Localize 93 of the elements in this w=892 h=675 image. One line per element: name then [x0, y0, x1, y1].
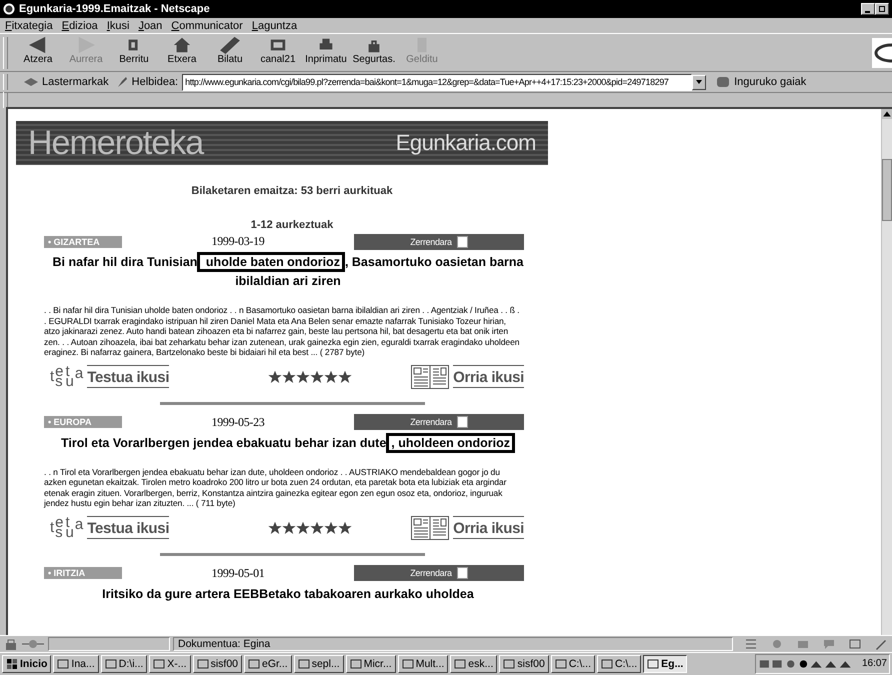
window-icon — [402, 658, 414, 670]
view-text-link[interactable]: Testua ikusi — [87, 516, 170, 539]
article-date: 1999-03-19 — [210, 234, 266, 249]
site-logo: Egunkaria.com — [396, 130, 536, 156]
list-checkbox[interactable] — [456, 567, 468, 579]
bookmarks-button[interactable]: Lastermarkak — [20, 76, 112, 88]
discussion-icon — [822, 638, 836, 650]
list-label: Zerrendara — [410, 568, 452, 578]
results-range: 1-12 aurkeztuak — [250, 219, 334, 231]
window-icon — [350, 658, 362, 670]
taskbar-button[interactable]: D:\i... — [100, 654, 148, 672]
taskbar-button[interactable]: Micr... — [346, 654, 396, 672]
dropdown-button[interactable] — [692, 74, 706, 90]
list-label: Zerrendara — [410, 417, 452, 427]
window-icon — [196, 658, 209, 670]
results-summary: Bilaketaren emaitza: 53 berri aurkituak — [190, 185, 394, 197]
toolbar-button[interactable]: canal21 — [256, 36, 300, 70]
maximize-button[interactable] — [875, 3, 889, 15]
banner-title: Hemeroteka — [28, 124, 204, 162]
security-lock-icon — [4, 638, 18, 650]
window-icon — [104, 658, 117, 670]
article-date: 1999-05-01 — [210, 566, 266, 580]
taskbar-button[interactable]: eGr... — [244, 654, 292, 672]
view-page-link[interactable]: Orria ikusi — [453, 516, 524, 539]
taskbar-button[interactable]: sepl... — [294, 654, 344, 672]
address-label: Helbidea: — [132, 76, 178, 88]
window-icon — [57, 658, 70, 670]
category-label: • IRITZIA — [44, 567, 122, 579]
menu-item[interactable]: Communicator — [171, 20, 243, 32]
article-title[interactable]: Bi nafar hil dira Tunisian uholde baten ondorioz , Basamortuko oasietan barna ibilaldian ari ziren — [42, 249, 534, 291]
window-icon — [248, 658, 260, 670]
connection-icon — [21, 638, 45, 650]
menu-item[interactable]: Edizioa — [62, 20, 98, 32]
toolbar-button[interactable]: Etxera — [160, 36, 204, 70]
taskbar-button[interactable]: C:\... — [597, 654, 642, 672]
toolbar-button[interactable]: Berritu — [112, 36, 156, 70]
taskbar-button[interactable]: sisf00 — [192, 654, 242, 672]
status-text: Dokumentua: Egina — [173, 637, 733, 651]
text-logo: testua — [50, 518, 84, 538]
toolbar-button[interactable]: Bilatu — [208, 36, 252, 70]
newspaper-icon — [411, 364, 450, 388]
view-text-link[interactable]: Testua ikusi — [87, 365, 170, 388]
windows-logo-icon — [6, 658, 18, 670]
pen-icon — [874, 638, 888, 650]
clock: 16:07 — [862, 658, 887, 669]
window-icon — [647, 658, 660, 670]
article-title[interactable]: Tirol eta Vorarlbergen jendea ebakuatu behar izan dute , uholdeen ondorioz — [42, 430, 534, 452]
window-icon — [298, 658, 310, 670]
window-icon — [601, 658, 613, 670]
list-checkbox[interactable] — [456, 416, 468, 428]
category-label: • EUROPA — [44, 416, 122, 428]
view-page-link[interactable]: Orria ikusi — [453, 365, 524, 388]
browser-icon — [3, 3, 15, 15]
scroll-up-icon[interactable] — [882, 109, 892, 119]
article-date: 1999-05-23 — [210, 414, 266, 430]
article-title[interactable]: Iritsiko da gure artera EEBBetako tabakoaren aurkako uholdea — [42, 580, 534, 604]
taskbar-button[interactable]: C:\... — [550, 654, 595, 672]
menu-item[interactable]: Joan — [138, 20, 162, 32]
bookmark-icon — [23, 76, 39, 88]
window-icon — [454, 658, 466, 670]
taskbar-button[interactable]: Ina... — [53, 654, 99, 672]
window-icon — [153, 658, 166, 670]
related-button[interactable]: Inguruko gaiak — [712, 76, 810, 88]
article-snippet: . . n Tirol eta Vorarlbergen jendea ebakuatu behar izan dute, uholdeen ondorioz . . AUSTRIAKO mendebaldean gogor jo du azken egunetan ekaitzak. Tirolen metro koadroko 200 litro ur bota zuen 24 ordutan, eta paretak bota eta lubiziak eta argindar etenak eragin zituen. Vorarlbergen, berriz, Konstantza aintzira gainezka egitear egon zen egun osoz eta, ondorioz, inguruak jendez hustu egin behar izan zituzten. ... ( 711 byte) — [44, 466, 508, 508]
list-label: Zerrendara — [410, 236, 452, 246]
toolbar-button[interactable]: Segurtas. — [352, 36, 396, 70]
menu-item[interactable]: Laguntza — [252, 20, 298, 32]
article-snippet: . . Bi nafar hil dira Tunisian uholde baten ondorioz . . n Basamortuko oasietan barna ibilaldian ari ziren . . Agentziak / Iruñea . . ß . . EGURALDI txarrak eragindako istripuan hil ziren Daniel Mata eta Ana Belen senar emazte nafarrak Tunisiako Tozeur hirian, atzo jakinarazi zenez. Auto handi batean zihoazen eta bi nafarrez gain, beste lau pertsona hil, bat desagertu eta bat onik irten zen. . . Autoan zihoazela, ibai bat zeharkatu behar izan zutenean, urak gainezka egin zien, eguraldi txarrak eragindako uholdeen eraginez. Bi nafarraz gainera, Bartzelonako beste bi bidaiari hil eta best ... ( 2787 byte) — [44, 305, 520, 358]
taskbar-button[interactable]: X-... — [149, 654, 191, 672]
scroll-thumb[interactable] — [882, 159, 892, 221]
toolbar-button[interactable]: Inprimatu — [304, 36, 348, 70]
taskbar-button[interactable]: sisf00 — [499, 654, 549, 672]
taskbar-button[interactable]: esk... — [450, 654, 498, 672]
taskbar-button[interactable]: Mult... — [398, 654, 448, 672]
window-title: Egunkaria-1999.Emaitzak - Netscape — [19, 3, 210, 15]
menu-item[interactable]: Fitxategia — [5, 20, 53, 32]
maximize-icon — [878, 5, 886, 13]
address-field[interactable]: http://www.egunkaria.com/cgi/bila99.pl?zerrenda=bai&kont=1&muga=12&grep=&data=Tue+Apr++4+17:15:23+2000&pid=249718297 — [182, 74, 692, 90]
toolbar-button[interactable]: Atzera — [16, 36, 60, 70]
category-label: • GIZARTEA — [44, 236, 122, 248]
start-button[interactable]: Inicio — [2, 654, 52, 672]
window-icon — [554, 658, 567, 670]
list-checkbox[interactable] — [456, 236, 468, 248]
taskbar-button[interactable]: Eg... — [643, 654, 688, 672]
window-icon — [503, 658, 516, 670]
scrollbar[interactable] — [881, 109, 892, 635]
home-icon — [171, 36, 193, 54]
newspaper-icon — [411, 516, 450, 540]
menu-item[interactable]: Ikusi — [106, 20, 130, 32]
caret-icon — [695, 79, 704, 85]
browser-logo-icon — [872, 38, 892, 68]
text-logo: testua — [50, 366, 84, 386]
minimize-button[interactable] — [861, 3, 875, 15]
